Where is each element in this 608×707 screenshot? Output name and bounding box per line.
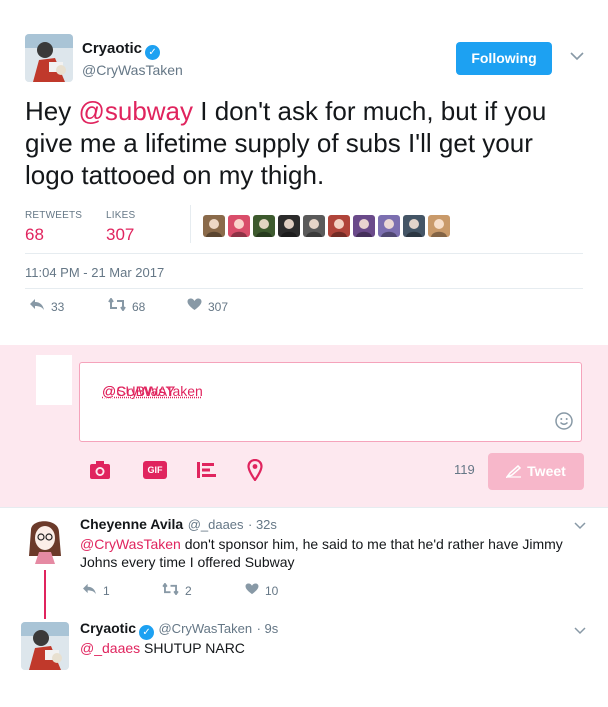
reply-author-avatar[interactable] xyxy=(21,516,69,564)
reply-icon xyxy=(82,582,97,599)
reply-1-retweet-action[interactable]: 2 xyxy=(162,582,192,599)
liker-avatar[interactable] xyxy=(228,215,250,237)
liker-avatar[interactable] xyxy=(428,215,450,237)
tweet-text: Hey @subway I don't ask for much, but if… xyxy=(25,95,570,191)
thread-line xyxy=(44,570,46,619)
tweet-text-start: Hey xyxy=(25,96,79,126)
reply-action[interactable]: 33 xyxy=(29,298,64,315)
camera-icon[interactable] xyxy=(89,460,111,486)
reply-2-author-handle[interactable]: @CryWasTaken xyxy=(158,621,252,636)
reply-author-name[interactable]: Cheyenne Avila xyxy=(80,516,183,532)
verified-badge-icon: ✓ xyxy=(145,45,161,60)
user-avatar xyxy=(36,355,72,405)
liker-avatar[interactable] xyxy=(203,215,225,237)
following-button[interactable]: Following xyxy=(456,42,552,75)
liker-avatar[interactable] xyxy=(378,215,400,237)
retweet-count: 68 xyxy=(132,299,146,314)
location-icon[interactable] xyxy=(247,458,263,486)
reply-1-like-count: 10 xyxy=(265,583,279,598)
subway-mention-link[interactable]: @subway xyxy=(78,96,193,126)
author-handle[interactable]: @CryWasTaken xyxy=(82,62,183,78)
like-count: 307 xyxy=(208,299,229,314)
reply-input[interactable]: @CryWasTaken @SUBWAY xyxy=(79,362,582,442)
reply-2-time[interactable]: · 9s xyxy=(257,621,279,636)
reply-2-text: @_daaes SHUTUP NARC xyxy=(80,639,575,657)
like-action[interactable]: 307 xyxy=(187,298,228,315)
reply-mention[interactable]: @CryWasTaken xyxy=(80,536,181,552)
reply-1-reply-action[interactable]: 1 xyxy=(82,582,110,599)
liker-avatar[interactable] xyxy=(353,215,375,237)
reply-mention-subway: @SUBWAY xyxy=(102,383,176,399)
tweet-button-label: Tweet xyxy=(527,463,566,479)
liker-avatar[interactable] xyxy=(253,215,275,237)
poll-icon[interactable] xyxy=(197,461,217,484)
retweets-count[interactable]: 68 xyxy=(25,225,44,245)
likes-count[interactable]: 307 xyxy=(106,225,134,245)
likers-avatars xyxy=(203,215,450,237)
retweets-label: RETWEETS xyxy=(25,210,83,221)
heart-icon xyxy=(245,582,259,599)
divider xyxy=(0,507,608,508)
retweet-action[interactable]: 68 xyxy=(108,297,146,315)
character-counter: 119 xyxy=(454,462,475,477)
liker-avatar[interactable] xyxy=(303,215,325,237)
tweet-button[interactable]: Tweet xyxy=(488,453,584,490)
reply-1-like-action[interactable]: 10 xyxy=(245,582,278,599)
retweet-icon xyxy=(108,297,126,315)
liker-avatar[interactable] xyxy=(278,215,300,237)
retweet-icon xyxy=(162,582,179,599)
reply-2-mention[interactable]: @_daaes xyxy=(80,640,140,656)
author-name[interactable]: Cryaotic xyxy=(82,40,142,57)
stats-divider xyxy=(190,205,191,243)
reply-1-reply-count: 1 xyxy=(103,583,110,598)
reply-1-retweet-count: 2 xyxy=(185,583,192,598)
chevron-down-icon[interactable] xyxy=(574,519,586,533)
reply-2-author-avatar[interactable] xyxy=(21,622,69,670)
chevron-down-icon[interactable] xyxy=(574,624,586,638)
heart-icon xyxy=(187,298,202,315)
reply-1-header: Cheyenne Avila @_daaes · 32s xyxy=(80,516,277,534)
author-avatar[interactable] xyxy=(25,34,73,82)
likes-label: LIKES xyxy=(106,210,136,221)
author-name-row: Cryaotic ✓ xyxy=(82,40,161,60)
reply-time[interactable]: · 32s xyxy=(248,517,277,532)
compose-icon xyxy=(504,455,522,492)
gif-button[interactable]: GIF xyxy=(143,461,167,479)
chevron-down-icon[interactable] xyxy=(570,50,584,64)
reply-text: @CryWasTaken don't sponsor him, he said … xyxy=(80,535,575,571)
reply-icon xyxy=(29,298,45,315)
verified-badge-icon: ✓ xyxy=(139,625,155,640)
tweet-timestamp[interactable]: 11:04 PM - 21 Mar 2017 xyxy=(25,265,164,280)
reply-count: 33 xyxy=(51,299,65,314)
liker-avatar[interactable] xyxy=(403,215,425,237)
reply-2-text-body: SHUTUP NARC xyxy=(140,640,245,656)
liker-avatar[interactable] xyxy=(328,215,350,237)
emoji-icon[interactable] xyxy=(555,412,573,435)
reply-2-header: Cryaotic ✓ @CryWasTaken · 9s xyxy=(80,620,278,640)
divider xyxy=(25,288,583,289)
divider xyxy=(25,253,583,254)
reply-2-author-name[interactable]: Cryaotic xyxy=(80,620,136,636)
reply-author-handle[interactable]: @_daaes xyxy=(188,517,244,532)
